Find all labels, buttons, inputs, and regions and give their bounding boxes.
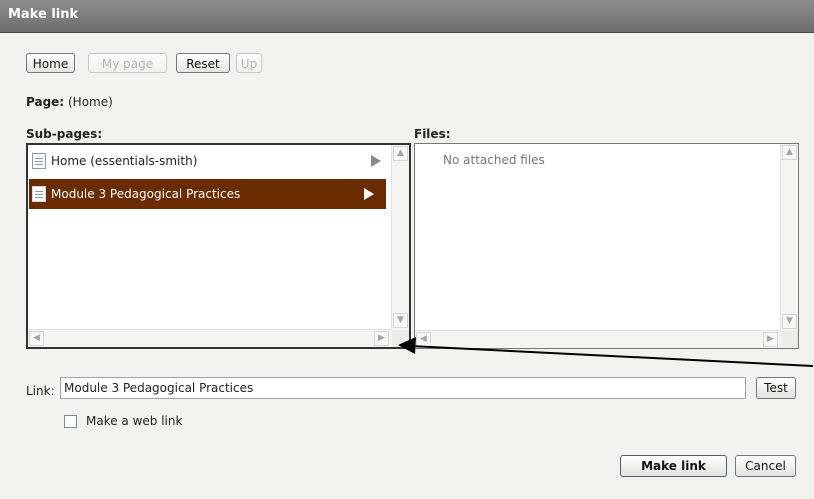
annotation-arrow-icon [398,337,814,367]
dialog-titlebar: Make link [0,0,814,33]
cancel-button[interactable]: Cancel [735,455,796,477]
link-label: Link: [26,384,55,398]
web-link-checkbox[interactable] [64,415,77,428]
test-button[interactable]: Test [756,377,796,399]
web-link-label: Make a web link [86,414,183,428]
make-link-dialog: Home My page Reset Up Page: (Home) Sub-p… [0,33,814,499]
link-input[interactable]: Module 3 Pedagogical Practices [60,377,746,399]
make-link-button[interactable]: Make link [620,455,727,477]
dialog-title: Make link [8,7,79,22]
